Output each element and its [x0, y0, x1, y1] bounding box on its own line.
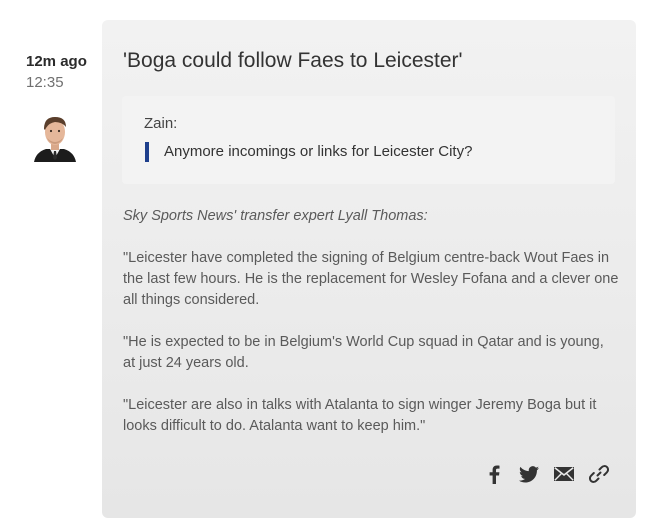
reader-question-box: Zain: Anymore incomings or links for Lei… [122, 96, 615, 184]
facebook-icon[interactable] [484, 464, 504, 484]
body-paragraph: "He is expected to be in Belgium's World… [123, 334, 604, 371]
clock-time: 12:35 [26, 74, 64, 91]
post-headline: 'Boga could follow Faes to Leicester' [123, 49, 463, 72]
body-paragraph: "Leicester are also in talks with Atalan… [123, 397, 597, 434]
share-bar [484, 464, 609, 484]
twitter-icon[interactable] [519, 464, 539, 484]
question-asker: Zain: [144, 115, 178, 132]
email-icon[interactable] [554, 464, 574, 484]
relative-time: 12m ago [26, 53, 87, 70]
question-text: Anymore incomings or links for Leicester… [164, 143, 473, 160]
post-meta: 12m ago 12:35 [26, 53, 96, 93]
live-blog-post-card: 'Boga could follow Faes to Leicester' Za… [102, 20, 636, 518]
author-avatar [32, 112, 78, 162]
body-paragraph: "Leicester have completed the signing of… [123, 250, 619, 308]
quote-bar [145, 142, 149, 162]
link-icon[interactable] [589, 464, 609, 484]
body-paragraph-intro: Sky Sports News' transfer expert Lyall T… [123, 208, 428, 224]
post-body: Sky Sports News' transfer expert Lyall T… [123, 206, 619, 458]
